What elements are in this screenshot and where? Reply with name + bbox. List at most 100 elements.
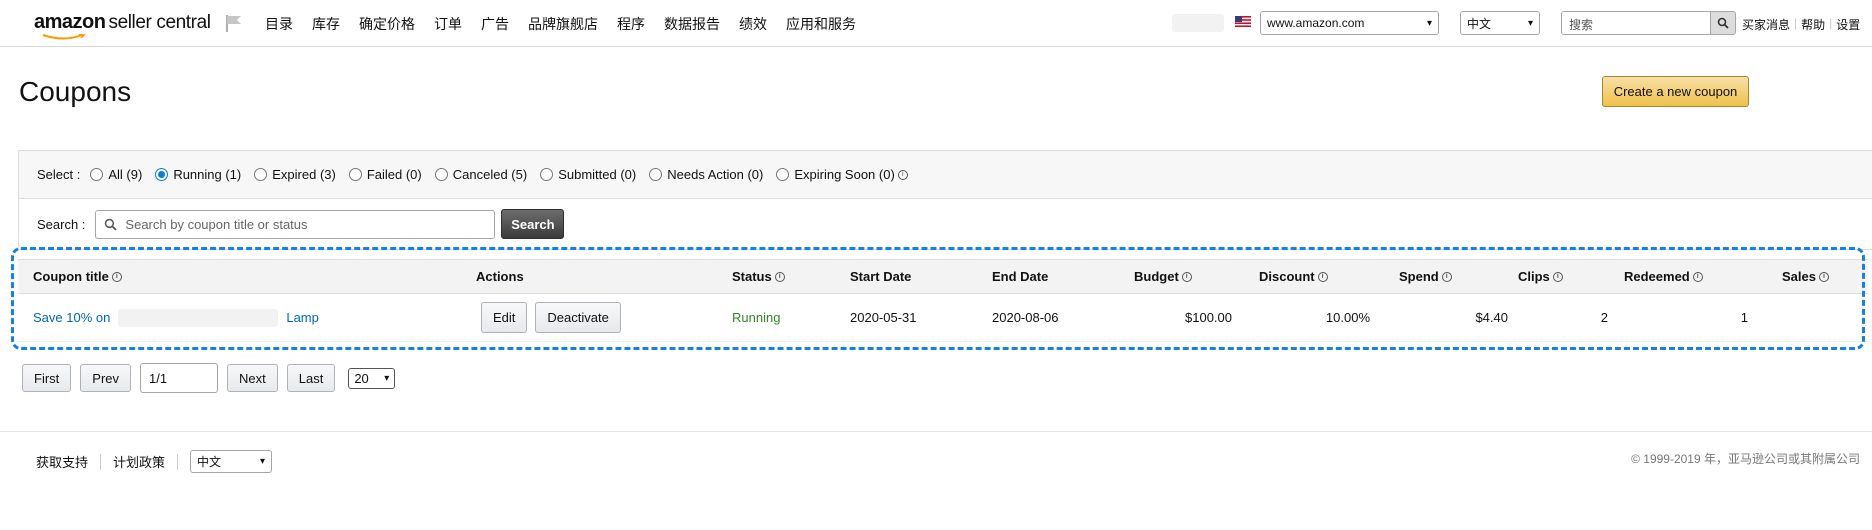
menu-item-reports[interactable]: 数据报告 [664, 14, 720, 34]
info-icon[interactable]: i [1818, 271, 1829, 282]
filter-expiring-soon[interactable]: Expiring Soon (0) i [776, 167, 908, 182]
menu-item-pricing[interactable]: 确定价格 [359, 14, 415, 34]
header-start-date[interactable]: Start Date [850, 260, 911, 293]
search-icon [1717, 17, 1729, 29]
header-label: Sales [1782, 269, 1816, 284]
info-icon[interactable]: i [1692, 271, 1703, 282]
header-label: Status [732, 269, 772, 284]
coupon-filter-panel: Select : All (9) Running (1) Expired (3)… [18, 150, 1872, 250]
language-select[interactable]: 中文 ▾ [1460, 11, 1540, 35]
coupon-search-row: Search : Search by coupon title or statu… [19, 199, 1872, 249]
global-search-input[interactable]: 搜索 [1561, 11, 1710, 35]
info-icon[interactable]: i [1441, 271, 1452, 282]
search-label: Search : [37, 216, 86, 232]
header-label: Clips [1518, 269, 1550, 284]
coupon-title-link[interactable]: Save 10% on Lamp [33, 294, 319, 341]
radio-button[interactable] [649, 168, 663, 181]
buyer-messages-link[interactable]: 买家消息 [1742, 16, 1790, 33]
header-spend[interactable]: Spend i [1399, 260, 1452, 293]
menu-item-performance[interactable]: 绩效 [739, 14, 767, 34]
top-nav: amazon seller central 目录 库存 确定价格 订单 广告 品… [0, 0, 1872, 47]
global-search-button[interactable] [1710, 11, 1736, 35]
deactivate-button[interactable]: Deactivate [535, 302, 621, 333]
info-icon[interactable]: i [1181, 271, 1192, 282]
logo-secondary: seller central [108, 12, 211, 33]
menu-item-advertising[interactable]: 广告 [481, 14, 509, 34]
coupon-title-prefix[interactable]: Save 10% on [33, 310, 110, 325]
menu-item-catalog[interactable]: 目录 [265, 14, 293, 34]
next-page-button[interactable]: Next [227, 364, 278, 392]
last-page-button[interactable]: Last [286, 364, 336, 392]
first-page-button[interactable]: First [22, 364, 72, 392]
get-support-link[interactable]: 获取支持 [36, 452, 88, 471]
header-label: Coupon title [33, 269, 109, 284]
filter-all[interactable]: All (9) [90, 167, 142, 182]
menu-item-apps[interactable]: 应用和服务 [786, 14, 856, 34]
clips-value: 2 [1600, 310, 1608, 325]
filter-failed[interactable]: Failed (0) [348, 167, 422, 182]
info-icon[interactable]: i [1552, 271, 1563, 282]
create-coupon-button[interactable]: Create a new coupon [1602, 76, 1749, 107]
language-value: 中文 [1467, 16, 1492, 31]
settings-link[interactable]: 设置 [1836, 16, 1860, 33]
radio-button[interactable] [348, 168, 362, 181]
radio-button[interactable] [776, 168, 790, 181]
program-policies-link[interactable]: 计划政策 [113, 452, 165, 471]
page-size-select[interactable]: 20 ▾ [348, 367, 396, 389]
menu-item-orders[interactable]: 订单 [434, 14, 462, 34]
marketplace-select[interactable]: www.amazon.com ▾ [1260, 11, 1439, 35]
chevron-down-icon: ▾ [1426, 17, 1432, 29]
page-number-input[interactable]: 1/1 [140, 363, 219, 393]
radio-button[interactable] [90, 168, 104, 181]
redeemed-value: 1 [1740, 310, 1748, 325]
menu-item-programs[interactable]: 程序 [617, 14, 645, 34]
radio-button[interactable] [254, 168, 268, 181]
info-icon[interactable]: i [897, 169, 908, 180]
smile-icon [42, 34, 86, 40]
amazon-seller-central-logo[interactable]: amazon seller central [34, 11, 211, 40]
status-filter-row: Select : All (9) Running (1) Expired (3)… [19, 151, 1872, 199]
header-coupon-title[interactable]: Coupon title i [33, 260, 122, 293]
menu-item-stores[interactable]: 品牌旗舰店 [528, 14, 598, 34]
filter-submitted[interactable]: Submitted (0) [540, 167, 636, 182]
flag-icon[interactable] [224, 13, 244, 33]
header-discount[interactable]: Discount i [1259, 260, 1328, 293]
header-status[interactable]: Status i [732, 260, 785, 293]
header-budget[interactable]: Budget i [1134, 260, 1192, 293]
filter-needs-action[interactable]: Needs Action (0) [649, 167, 763, 182]
status-badge: Running [732, 310, 781, 325]
redacted-account-name [1172, 14, 1224, 32]
info-icon[interactable]: i [111, 271, 122, 282]
radio-button-checked[interactable] [155, 168, 169, 181]
coupon-search-input[interactable]: Search by coupon title or status [95, 209, 496, 239]
spend-value: $4.40 [1475, 310, 1508, 325]
header-end-date[interactable]: End Date [992, 260, 1048, 293]
search-placeholder: Search by coupon title or status [125, 216, 308, 232]
radio-button[interactable] [540, 168, 554, 181]
help-link[interactable]: 帮助 [1801, 16, 1825, 33]
end-date: 2020-08-06 [992, 310, 1059, 325]
budget-value: $100.00 [1185, 310, 1232, 325]
filter-expired[interactable]: Expired (3) [254, 167, 336, 182]
coupon-title-suffix[interactable]: Lamp [286, 310, 319, 325]
table-row: Save 10% on Lamp Edit Deactivate Running… [18, 294, 1868, 342]
info-icon[interactable]: i [774, 271, 785, 282]
filter-running[interactable]: Running (1) [155, 167, 241, 182]
search-button[interactable]: Search [501, 209, 565, 239]
info-icon[interactable]: i [1317, 271, 1328, 282]
prev-page-button[interactable]: Prev [80, 364, 132, 392]
header-redeemed[interactable]: Redeemed i [1624, 260, 1703, 293]
footer-links: 获取支持 计划政策 中文 ▾ [36, 450, 273, 473]
us-flag-icon [1235, 16, 1251, 27]
header-sales[interactable]: Sales i [1782, 260, 1829, 293]
header-label: Redeemed [1624, 269, 1690, 284]
header-clips[interactable]: Clips i [1518, 260, 1563, 293]
filter-canceled[interactable]: Canceled (5) [434, 167, 527, 182]
radio-button[interactable] [434, 168, 448, 181]
edit-button[interactable]: Edit [481, 302, 528, 333]
menu-item-inventory[interactable]: 库存 [312, 14, 340, 34]
filter-label: Submitted (0) [558, 167, 637, 182]
footer-language-select[interactable]: 中文 ▾ [190, 450, 273, 473]
filter-label: All (9) [108, 167, 143, 182]
divider [100, 453, 102, 470]
